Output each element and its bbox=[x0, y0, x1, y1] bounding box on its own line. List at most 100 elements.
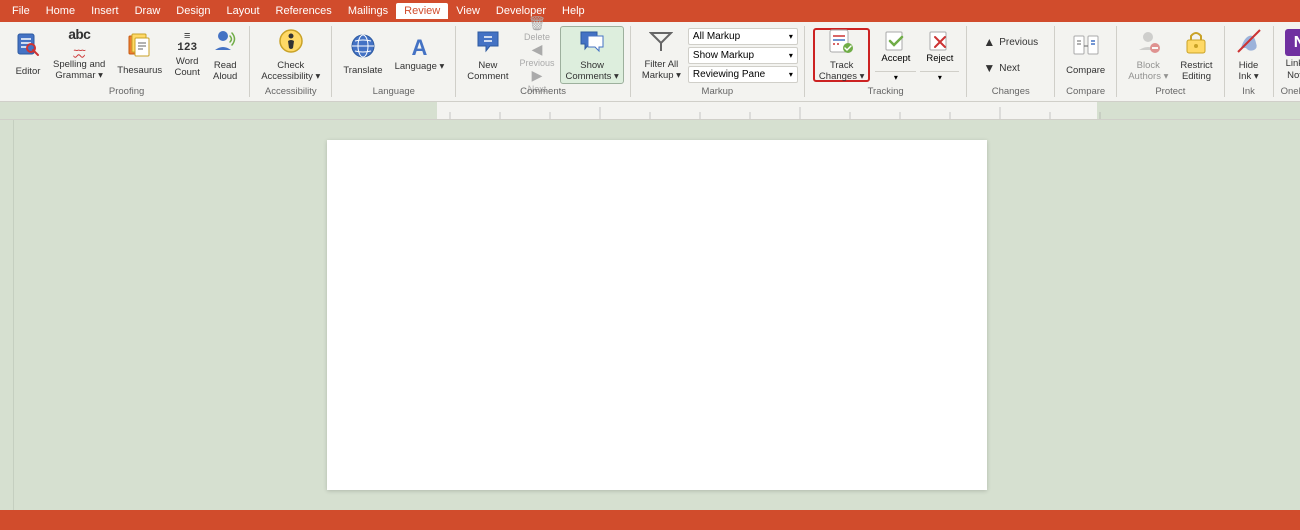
ribbon-group-protect: BlockAuthors ▾ RestrictEditing bbox=[1117, 26, 1224, 97]
spelling-icon: abc~~~ bbox=[68, 29, 90, 57]
reject-label: Reject bbox=[926, 53, 953, 64]
language-button[interactable]: A Language ▾ bbox=[390, 26, 450, 84]
translate-label: Translate bbox=[343, 65, 382, 76]
linked-notes-label: LinkedNotes bbox=[1286, 58, 1300, 81]
ribbon-group-accessibility: CheckAccessibility ▾ Accessibility bbox=[250, 26, 332, 97]
menu-mailings[interactable]: Mailings bbox=[340, 3, 396, 19]
ribbon-group-comments: NewComment 🗑 Delete ◀ Previous bbox=[456, 26, 631, 97]
document-area[interactable] bbox=[14, 120, 1300, 510]
check-accessibility-icon bbox=[278, 28, 304, 58]
all-markup-dropdown[interactable]: All Markup ▾ bbox=[688, 28, 798, 45]
all-markup-label: All Markup bbox=[693, 31, 740, 42]
filter-markup-button[interactable]: Filter AllMarkup ▾ bbox=[637, 26, 686, 84]
reject-button[interactable]: Reject ▾ bbox=[919, 26, 960, 84]
linked-notes-button[interactable]: N LinkedNotes bbox=[1280, 26, 1300, 84]
comments-group-label: Comments bbox=[462, 86, 624, 97]
reject-arrow[interactable]: ▾ bbox=[920, 71, 959, 83]
prev-next-group: ▲ Previous ▼ Next bbox=[973, 26, 1048, 84]
previous-comment-icon: ◀ bbox=[532, 41, 543, 58]
ribbon-group-tracking: TrackChanges ▾ Accept bbox=[805, 26, 967, 97]
read-aloud-label: ReadAloud bbox=[213, 60, 237, 83]
protect-group-label: Protect bbox=[1123, 86, 1217, 97]
show-comments-button[interactable]: ShowComments ▾ bbox=[560, 26, 623, 84]
block-authors-button[interactable]: BlockAuthors ▾ bbox=[1123, 26, 1173, 84]
menu-home[interactable]: Home bbox=[38, 3, 83, 19]
menu-help[interactable]: Help bbox=[554, 3, 593, 19]
thesaurus-button[interactable]: Thesaurus bbox=[112, 26, 167, 84]
next-comment-icon: ▶ bbox=[532, 67, 543, 84]
word-count-button[interactable]: ≡123 WordCount bbox=[169, 26, 205, 84]
previous-comment-button[interactable]: ◀ Previous bbox=[515, 42, 558, 68]
new-comment-label: NewComment bbox=[467, 60, 508, 83]
check-accessibility-button[interactable]: CheckAccessibility ▾ bbox=[256, 26, 325, 84]
hide-ink-label: HideInk ▾ bbox=[1239, 60, 1259, 83]
next-change-button[interactable]: ▼ Next bbox=[977, 56, 1044, 80]
accept-reject-group: Accept ▾ Reject bbox=[874, 26, 960, 84]
thesaurus-label: Thesaurus bbox=[117, 65, 162, 76]
compare-button[interactable]: Compare bbox=[1061, 26, 1110, 84]
compare-group-label: Compare bbox=[1061, 86, 1110, 97]
reviewing-pane-arrow: ▾ bbox=[789, 70, 793, 79]
menu-insert[interactable]: Insert bbox=[83, 3, 127, 19]
menu-references[interactable]: References bbox=[268, 3, 340, 19]
menu-draw[interactable]: Draw bbox=[127, 3, 169, 19]
block-authors-label: BlockAuthors ▾ bbox=[1128, 60, 1168, 83]
proofing-group-label: Proofing bbox=[10, 86, 243, 97]
ribbon-group-ink: HideInk ▾ Ink bbox=[1225, 26, 1274, 97]
new-comment-button[interactable]: NewComment bbox=[462, 26, 513, 84]
show-markup-dropdown[interactable]: Show Markup ▾ bbox=[688, 47, 798, 64]
language-icon: A bbox=[411, 37, 427, 59]
menu-layout[interactable]: Layout bbox=[219, 3, 268, 19]
menu-design[interactable]: Design bbox=[168, 3, 218, 19]
next-change-label: Next bbox=[999, 63, 1020, 74]
delete-comment-button[interactable]: 🗑 Delete bbox=[515, 16, 558, 42]
ribbon-group-language: Translate A Language ▾ Language bbox=[332, 26, 456, 97]
status-bar bbox=[0, 510, 1300, 530]
read-aloud-icon bbox=[213, 28, 237, 58]
all-markup-arrow: ▾ bbox=[789, 32, 793, 41]
previous-change-icon: ▲ bbox=[983, 35, 995, 49]
ribbon-group-onenote: N LinkedNotes OneNote bbox=[1274, 26, 1300, 97]
compare-label: Compare bbox=[1066, 65, 1105, 76]
accept-arrow[interactable]: ▾ bbox=[875, 71, 916, 83]
menu-view[interactable]: View bbox=[448, 3, 488, 19]
show-markup-label: Show Markup bbox=[693, 50, 754, 61]
language-group-label: Language bbox=[338, 86, 449, 97]
changes-group-label: Changes bbox=[973, 86, 1048, 97]
compare-icon bbox=[1073, 33, 1099, 63]
reviewing-pane-label: Reviewing Pane bbox=[693, 69, 765, 80]
editor-button[interactable]: Editor bbox=[10, 26, 46, 84]
language-label: Language ▾ bbox=[395, 61, 445, 72]
hide-ink-icon bbox=[1236, 28, 1262, 58]
read-aloud-button[interactable]: ReadAloud bbox=[207, 26, 243, 84]
ribbon: Editor abc~~~ Spelling andGrammar ▾ bbox=[0, 22, 1300, 102]
menu-file[interactable]: File bbox=[4, 3, 38, 19]
show-markup-arrow: ▾ bbox=[789, 51, 793, 60]
ribbon-group-changes: ▲ Previous ▼ Next Changes bbox=[967, 26, 1055, 97]
restrict-editing-icon bbox=[1183, 28, 1209, 58]
hide-ink-button[interactable]: HideInk ▾ bbox=[1231, 26, 1267, 84]
ribbon-group-compare: Compare Compare bbox=[1055, 26, 1117, 97]
markup-dropdowns: All Markup ▾ Show Markup ▾ Reviewing Pan… bbox=[688, 26, 798, 84]
editor-label: Editor bbox=[16, 66, 41, 77]
ribbon-group-proofing: Editor abc~~~ Spelling andGrammar ▾ bbox=[4, 26, 250, 97]
accessibility-group-label: Accessibility bbox=[256, 86, 325, 97]
vertical-ruler bbox=[0, 120, 14, 510]
menu-review[interactable]: Review bbox=[396, 3, 448, 19]
restrict-editing-button[interactable]: RestrictEditing bbox=[1175, 26, 1217, 84]
next-change-icon: ▼ bbox=[983, 61, 995, 75]
onenote-group-label: OneNote bbox=[1280, 86, 1300, 97]
onenote-icon: N bbox=[1285, 29, 1300, 56]
accept-button[interactable]: Accept ▾ bbox=[874, 26, 917, 84]
comment-nav-group: 🗑 Delete ◀ Previous ▶ Next bbox=[515, 26, 558, 84]
restrict-editing-label: RestrictEditing bbox=[1180, 60, 1212, 83]
markup-group-label: Markup bbox=[637, 86, 798, 97]
track-changes-button[interactable]: TrackChanges ▾ bbox=[813, 28, 870, 82]
word-count-icon: ≡123 bbox=[177, 32, 197, 54]
translate-button[interactable]: Translate bbox=[338, 26, 387, 84]
spelling-grammar-button[interactable]: abc~~~ Spelling andGrammar ▾ bbox=[48, 26, 110, 84]
reviewing-pane-dropdown[interactable]: Reviewing Pane ▾ bbox=[688, 66, 798, 83]
ruler bbox=[0, 102, 1300, 120]
check-accessibility-label: CheckAccessibility ▾ bbox=[261, 60, 320, 83]
previous-change-button[interactable]: ▲ Previous bbox=[977, 30, 1044, 54]
